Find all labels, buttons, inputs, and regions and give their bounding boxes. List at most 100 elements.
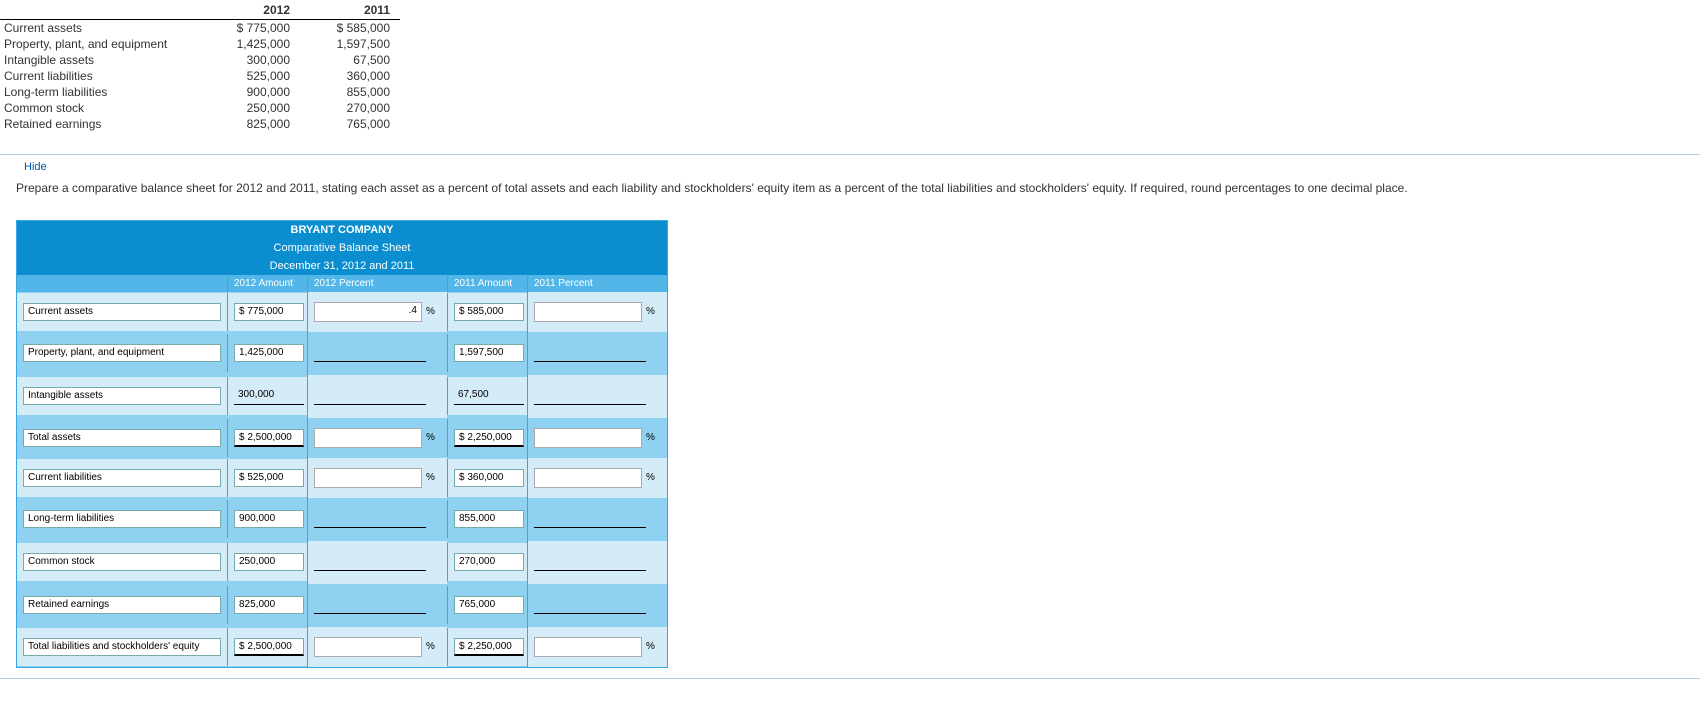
percent-input[interactable]	[314, 468, 422, 488]
percent-2011-cell	[527, 375, 667, 418]
row-label[interactable]: Common stock	[23, 553, 221, 571]
amount-2012-input[interactable]: $ 2,500,000	[234, 638, 304, 656]
percent-blank[interactable]	[534, 514, 646, 528]
data-row-2011: $ 585,000	[300, 20, 400, 36]
data-row-label: Long-term liabilities	[0, 84, 200, 100]
percent-2011-cell	[527, 498, 667, 541]
percent-input[interactable]	[314, 428, 422, 448]
amount-2012-input[interactable]: $ 2,500,000	[234, 429, 304, 447]
data-row-label: Current assets	[0, 20, 200, 36]
amount-2012-cell: 300,000	[227, 377, 307, 415]
percent-unit: %	[426, 472, 435, 483]
amount-2012-cell: $ 775,000	[227, 293, 307, 331]
row-label-cell: Current assets	[17, 293, 227, 331]
col-2012: 2012	[200, 3, 300, 20]
percent-2012-cell	[307, 375, 447, 418]
row-label[interactable]: Long-term liabilities	[23, 510, 221, 528]
percent-2012-cell	[307, 584, 447, 627]
percent-blank[interactable]	[534, 557, 646, 571]
percent-input[interactable]	[534, 468, 642, 488]
percent-2012-cell: %	[307, 458, 447, 498]
amount-2012-input[interactable]: 300,000	[234, 387, 304, 405]
amount-2011-input[interactable]: $ 2,250,000	[454, 429, 524, 447]
row-label-cell: Total liabilities and stockholders' equi…	[17, 628, 227, 666]
data-row-2012: $ 775,000	[200, 20, 300, 36]
percent-2011-cell: %	[527, 292, 667, 332]
percent-blank[interactable]	[534, 391, 646, 405]
amount-2012-input[interactable]: 900,000	[234, 510, 304, 528]
row-label-cell: Property, plant, and equipment	[17, 334, 227, 372]
data-row-label: Current liabilities	[0, 68, 200, 84]
amount-2011-input[interactable]: 765,000	[454, 596, 524, 614]
col-2011: 2011	[300, 3, 400, 20]
ws-column-row: 2012 Amount 2012 Percent 2011 Amount 201…	[17, 275, 667, 292]
percent-unit: %	[646, 432, 655, 443]
percent-2012-cell: .4%	[307, 292, 447, 332]
row-label[interactable]: Total assets	[23, 429, 221, 447]
percent-blank[interactable]	[314, 557, 426, 571]
amount-2011-cell: 855,000	[447, 500, 527, 538]
percent-input[interactable]	[534, 637, 642, 657]
percent-blank[interactable]	[314, 600, 426, 614]
amount-2012-cell: 900,000	[227, 500, 307, 538]
row-label[interactable]: Intangible assets	[23, 387, 221, 405]
percent-unit: %	[426, 432, 435, 443]
percent-2011-cell: %	[527, 458, 667, 498]
amount-2011-cell: $ 2,250,000	[447, 419, 527, 457]
amount-2011-cell: $ 585,000	[447, 293, 527, 331]
data-row-label: Retained earnings	[0, 116, 200, 132]
percent-2012-cell: %	[307, 627, 447, 667]
percent-input[interactable]	[314, 637, 422, 657]
amount-2012-input[interactable]: 1,425,000	[234, 344, 304, 362]
amount-2011-input[interactable]: $ 2,250,000	[454, 638, 524, 656]
hide-link[interactable]: Hide	[0, 155, 47, 177]
amount-2011-cell: 765,000	[447, 586, 527, 624]
amount-2011-input[interactable]: $ 585,000	[454, 303, 524, 321]
percent-blank[interactable]	[534, 600, 646, 614]
amount-2011-input[interactable]: 67,500	[454, 387, 524, 405]
row-label-cell: Long-term liabilities	[17, 500, 227, 538]
percent-blank[interactable]	[534, 348, 646, 362]
data-row-2011: 855,000	[300, 84, 400, 100]
given-data-table: 2012 2011 Current assets$ 775,000$ 585,0…	[0, 0, 1700, 136]
problem-panel: Hide Prepare a comparative balance sheet…	[0, 154, 1700, 679]
data-row-2011: 1,597,500	[300, 36, 400, 52]
worksheet: BRYANT COMPANY Comparative Balance Sheet…	[16, 220, 668, 668]
percent-blank[interactable]	[314, 391, 426, 405]
data-row-2012: 1,425,000	[200, 36, 300, 52]
row-label[interactable]: Retained earnings	[23, 596, 221, 614]
data-row-2012: 250,000	[200, 100, 300, 116]
percent-2012-cell	[307, 332, 447, 375]
row-label-cell: Common stock	[17, 543, 227, 581]
amount-2011-input[interactable]: 270,000	[454, 553, 524, 571]
amount-2012-input[interactable]: 250,000	[234, 553, 304, 571]
amount-2011-input[interactable]: 1,597,500	[454, 344, 524, 362]
amount-2012-cell: $ 525,000	[227, 459, 307, 497]
amount-2012-input[interactable]: $ 775,000	[234, 303, 304, 321]
percent-2011-cell	[527, 541, 667, 584]
row-label[interactable]: Current assets	[23, 303, 221, 321]
percent-blank[interactable]	[314, 348, 426, 362]
percent-input[interactable]	[534, 302, 642, 322]
amount-2012-input[interactable]: $ 525,000	[234, 469, 304, 487]
percent-blank[interactable]	[314, 514, 426, 528]
amount-2011-input[interactable]: 855,000	[454, 510, 524, 528]
amount-2011-cell: 270,000	[447, 543, 527, 581]
amount-2012-cell: 825,000	[227, 586, 307, 624]
row-label[interactable]: Property, plant, and equipment	[23, 344, 221, 362]
percent-2012-cell	[307, 498, 447, 541]
percent-2012-cell: %	[307, 418, 447, 458]
amount-2011-input[interactable]: $ 360,000	[454, 469, 524, 487]
row-label[interactable]: Total liabilities and stockholders' equi…	[23, 638, 221, 656]
data-row-2011: 270,000	[300, 100, 400, 116]
data-row-2011: 67,500	[300, 52, 400, 68]
percent-input[interactable]: .4	[314, 302, 422, 322]
amount-2011-cell: 67,500	[447, 377, 527, 415]
ws-col-blank	[17, 275, 227, 292]
amount-2012-input[interactable]: 825,000	[234, 596, 304, 614]
ws-col-2012-percent: 2012 Percent	[307, 275, 447, 292]
data-row-label: Common stock	[0, 100, 200, 116]
percent-input[interactable]	[534, 428, 642, 448]
row-label[interactable]: Current liabilities	[23, 469, 221, 487]
ws-subtitle: Comparative Balance Sheet	[17, 239, 667, 257]
